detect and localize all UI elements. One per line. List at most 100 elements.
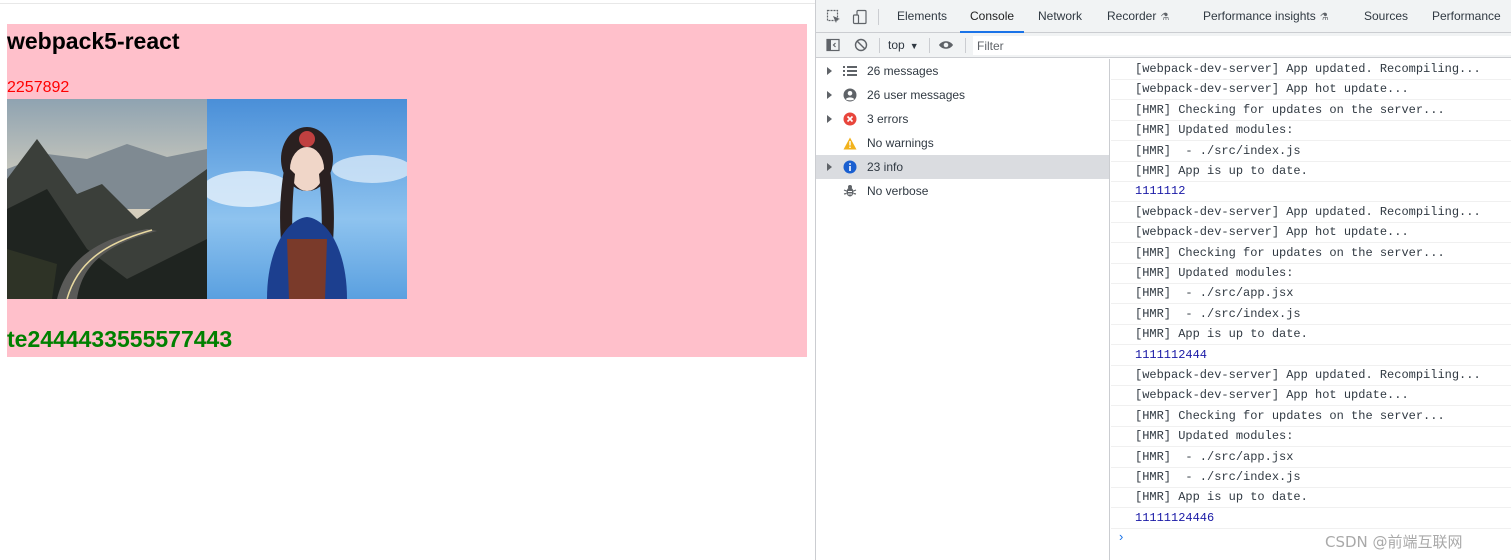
console-message: [webpack-dev-server] App hot update... [1111, 385, 1511, 406]
console-message: [HMR] Updated modules: [1111, 263, 1511, 284]
console-message-text: [HMR] - ./src/app.jsx [1135, 450, 1294, 464]
sidebar-toggle-icon[interactable] [825, 37, 841, 53]
sidebar-item-label: 23 info [867, 160, 904, 174]
console-message: [webpack-dev-server] App hot update... [1111, 79, 1511, 100]
tab-console[interactable]: Console [959, 0, 1025, 33]
console-message: [HMR] - ./src/index.js [1111, 304, 1511, 325]
counter-text: 2257892 [7, 79, 70, 96]
expand-arrow-icon[interactable] [827, 67, 832, 75]
devtools-panel: Elements Console Network Recorder ⚗ Perfo… [815, 0, 1511, 560]
console-message-text: [HMR] Updated modules: [1135, 429, 1294, 443]
console-message: 1111112444 [1111, 345, 1511, 366]
console-message: [HMR] - ./src/app.jsx [1111, 283, 1511, 304]
expand-arrow-icon[interactable] [827, 115, 832, 123]
console-message: [webpack-dev-server] App updated. Recomp… [1111, 59, 1511, 80]
page-title: webpack5-react [7, 28, 180, 54]
device-toolbar-icon[interactable] [851, 8, 869, 26]
tab-sources[interactable]: Sources [1364, 0, 1408, 33]
info-icon [843, 160, 857, 174]
toolbar-separator [879, 38, 880, 53]
console-message-text: [HMR] - ./src/index.js [1135, 470, 1301, 484]
console-sidebar: 26 messages 26 user messages 3 errors No… [816, 59, 1110, 560]
live-expression-eye-icon[interactable] [938, 37, 954, 53]
tab-recorder[interactable]: Recorder ⚗ [1107, 0, 1169, 33]
console-message-text: [HMR] Checking for updates on the server… [1135, 103, 1445, 117]
console-message-text: [HMR] Checking for updates on the server… [1135, 409, 1445, 423]
context-select[interactable]: top ▼ [888, 37, 919, 54]
sidebar-item-info[interactable]: 23 info [816, 155, 1109, 179]
caret-down-icon: ▼ [909, 41, 919, 51]
filter-input[interactable] [973, 36, 1511, 55]
expand-arrow-icon[interactable] [827, 91, 832, 99]
tab-elements[interactable]: Elements [897, 0, 947, 33]
watermark: CSDN @前端互联网 [1325, 533, 1463, 551]
warning-icon [843, 136, 857, 150]
sidebar-item-label: No warnings [867, 136, 934, 150]
footer-text: te2444433555577443 [7, 326, 233, 352]
console-message: [webpack-dev-server] App updated. Recomp… [1111, 202, 1511, 223]
console-message: [HMR] Updated modules: [1111, 120, 1511, 141]
app-root: webpack5-react 2257892 te244443355557744… [7, 24, 807, 357]
tab-performance-insights[interactable]: Performance insights ⚗ [1203, 0, 1329, 33]
console-message: [webpack-dev-server] App updated. Recomp… [1111, 365, 1511, 386]
page-viewport: webpack5-react 2257892 te244443355557744… [0, 0, 815, 560]
console-message-text: 1111112444 [1135, 348, 1208, 362]
console-message: [HMR] App is up to date. [1111, 324, 1511, 345]
toolbar-separator [929, 38, 930, 53]
sidebar-item-verbose[interactable]: No verbose [816, 179, 1109, 203]
experiment-flask-icon: ⚗ [1160, 12, 1170, 23]
sidebar-item-label: No verbose [867, 184, 929, 198]
console-message: [HMR] - ./src/app.jsx [1111, 447, 1511, 468]
sidebar-item-warnings[interactable]: No warnings [816, 131, 1109, 155]
portrait-image [207, 99, 407, 299]
console-message-text: [webpack-dev-server] App hot update... [1135, 225, 1409, 239]
sidebar-item-errors[interactable]: 3 errors [816, 107, 1109, 131]
console-message-text: [HMR] - ./src/index.js [1135, 144, 1301, 158]
console-message: [webpack-dev-server] App hot update... [1111, 222, 1511, 243]
console-message-text: 11111124446 [1135, 511, 1215, 525]
console-message-text: [HMR] Updated modules: [1135, 266, 1294, 280]
clear-console-icon[interactable] [853, 37, 869, 53]
tabbar-separator [878, 9, 879, 25]
console-message: [HMR] App is up to date. [1111, 161, 1511, 182]
console-message: [HMR] Checking for updates on the server… [1111, 243, 1511, 264]
sidebar-item-label: 26 messages [867, 64, 939, 78]
sidebar-item-messages[interactable]: 26 messages [816, 59, 1109, 83]
console-message-text: [HMR] App is up to date. [1135, 327, 1308, 341]
console-message-text: [HMR] App is up to date. [1135, 490, 1308, 504]
console-prompt-chevron-icon[interactable]: › [1119, 529, 1123, 544]
sidebar-item-label: 26 user messages [867, 88, 966, 102]
inspect-element-icon[interactable] [825, 8, 843, 26]
console-message-text: [webpack-dev-server] App hot update... [1135, 388, 1409, 402]
console-message-text: [webpack-dev-server] App updated. Recomp… [1135, 368, 1481, 382]
console-message-text: [HMR] - ./src/app.jsx [1135, 286, 1294, 300]
console-message: 11111124446 [1111, 508, 1511, 529]
expand-arrow-icon[interactable] [827, 163, 832, 171]
console-message: [HMR] Checking for updates on the server… [1111, 100, 1511, 121]
console-message-text: [HMR] Checking for updates on the server… [1135, 246, 1445, 260]
toolbar-separator [965, 38, 966, 53]
console-message: [HMR] - ./src/index.js [1111, 141, 1511, 162]
console-message-text: 1111112 [1135, 184, 1186, 198]
viewport-divider [0, 3, 815, 4]
tab-performance-insights-label: Performance insights [1203, 9, 1316, 23]
console-message-text: [webpack-dev-server] App updated. Recomp… [1135, 205, 1481, 219]
console-message-text: [HMR] Updated modules: [1135, 123, 1294, 137]
devtools-tabbar: Elements Console Network Recorder ⚗ Perfo… [816, 0, 1511, 33]
tab-performance[interactable]: Performance [1432, 0, 1501, 33]
bug-icon [843, 184, 857, 198]
console-message-text: [HMR] - ./src/index.js [1135, 307, 1301, 321]
console-message: [HMR] App is up to date. [1111, 487, 1511, 508]
mountain-road-image [7, 99, 207, 299]
experiment-flask-icon: ⚗ [1319, 12, 1329, 23]
console-message: [HMR] Checking for updates on the server… [1111, 406, 1511, 427]
console-message: 1111112 [1111, 181, 1511, 202]
sidebar-item-user-messages[interactable]: 26 user messages [816, 83, 1109, 107]
error-icon [843, 112, 857, 126]
console-message: [HMR] Updated modules: [1111, 426, 1511, 447]
tab-recorder-label: Recorder [1107, 9, 1157, 23]
user-icon [843, 88, 857, 102]
context-value: top [888, 38, 905, 52]
sidebar-item-label: 3 errors [867, 112, 909, 126]
tab-network[interactable]: Network [1038, 0, 1082, 33]
